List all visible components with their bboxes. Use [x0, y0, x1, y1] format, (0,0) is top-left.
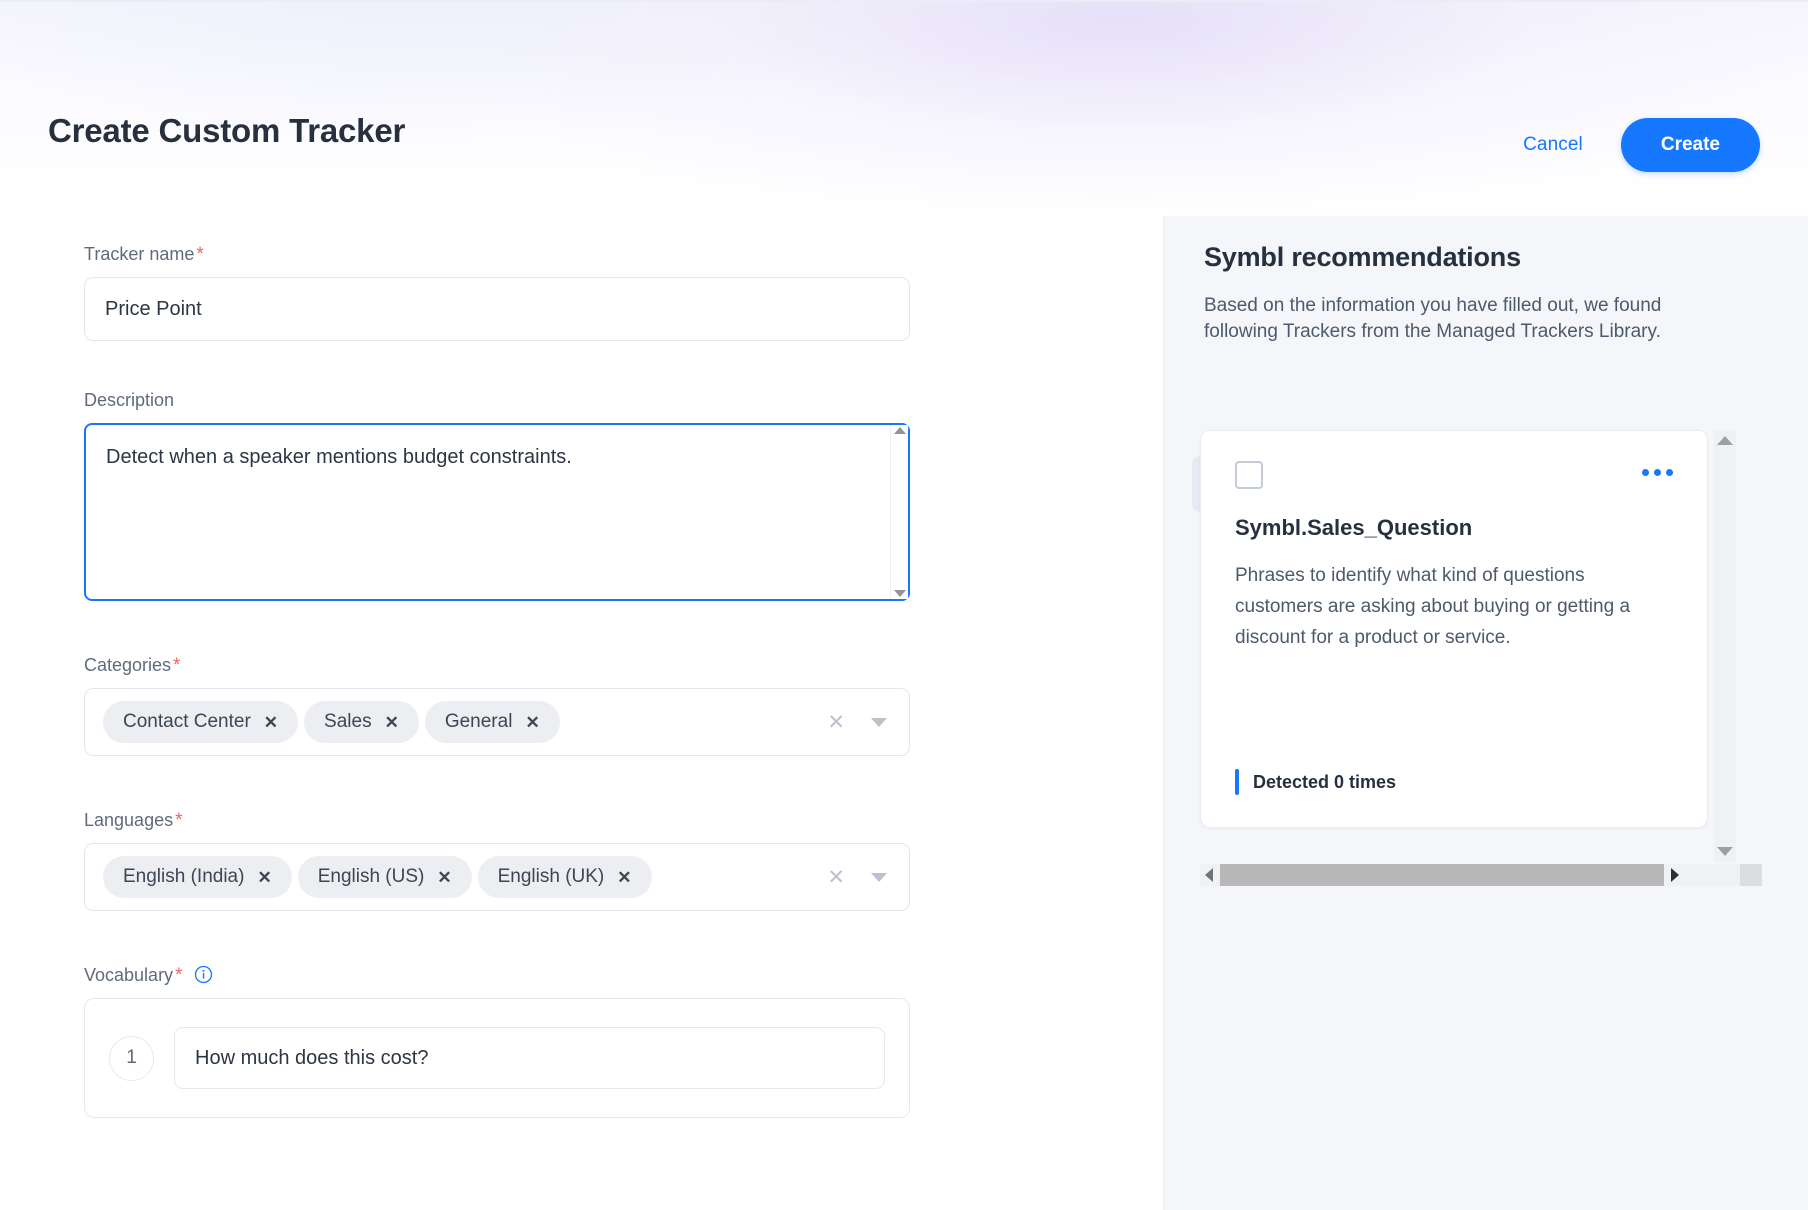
- clear-all-icon[interactable]: ✕: [827, 867, 845, 888]
- chip-label: General: [444, 711, 513, 732]
- chip-label: Contact Center: [123, 711, 251, 732]
- categories-label: Categories *: [84, 654, 1163, 676]
- recommendations-subtitle: Based on the information you have filled…: [1204, 295, 1662, 343]
- description-textarea[interactable]: [84, 423, 910, 601]
- recommendation-checkbox[interactable]: [1235, 461, 1263, 489]
- chip-remove-icon[interactable]: ✕: [437, 869, 451, 886]
- chip-remove-icon[interactable]: ✕: [264, 714, 278, 731]
- page-title: Create Custom Tracker: [48, 112, 406, 149]
- dot: [1666, 469, 1673, 476]
- languages-field: Languages * English (India) ✕ English (U…: [84, 810, 1163, 911]
- categories-label-text: Categories: [84, 654, 172, 675]
- required-asterisk: *: [175, 810, 183, 831]
- recommendation-description: Phrases to identify what kind of questio…: [1235, 565, 1631, 648]
- scroll-up-arrow-icon[interactable]: [1717, 436, 1733, 445]
- chip[interactable]: General ✕: [424, 701, 560, 743]
- more-horizontal-icon[interactable]: [1642, 461, 1673, 476]
- create-button[interactable]: Create: [1620, 118, 1760, 172]
- vocabulary-item-number: 1: [109, 1035, 154, 1081]
- scroll-down-arrow-icon[interactable]: [893, 590, 906, 597]
- chip-remove-icon[interactable]: ✕: [617, 869, 631, 886]
- tracker-name-field: Tracker name *: [84, 244, 1163, 341]
- chip-label: English (India): [123, 866, 245, 887]
- tracker-name-label-text: Tracker name: [84, 243, 195, 264]
- vocabulary-field: Vocabulary * 1: [84, 965, 1163, 1118]
- chip[interactable]: Sales ✕: [304, 701, 419, 743]
- chip-label: English (UK): [497, 866, 605, 887]
- categories-field: Categories * Contact Center ✕ Sales ✕ Ge…: [84, 655, 1163, 756]
- chip[interactable]: English (US) ✕: [297, 856, 472, 898]
- tracker-form: Tracker name * Description: [0, 216, 1163, 1118]
- scroll-down-arrow-icon[interactable]: [1717, 847, 1733, 856]
- vocabulary-list: 1: [84, 998, 910, 1118]
- chip-label: English (US): [317, 866, 425, 887]
- recommendations-horizontal-scrollbar[interactable]: [1200, 864, 1740, 886]
- languages-chip-list: English (India) ✕ English (US) ✕ English…: [103, 856, 817, 898]
- tracker-name-label: Tracker name *: [84, 243, 1163, 265]
- chip-remove-icon[interactable]: ✕: [525, 714, 539, 731]
- page-header: Create Custom Tracker Cancel Create: [0, 0, 1808, 216]
- horizontal-scroll-thumb[interactable]: [1220, 864, 1664, 886]
- chip-label: Sales: [324, 711, 372, 732]
- chevron-down-icon[interactable]: [871, 717, 887, 727]
- dot: [1654, 469, 1661, 476]
- categories-chip-list: Contact Center ✕ Sales ✕ General ✕: [103, 701, 817, 743]
- languages-actions: ✕: [817, 867, 895, 888]
- vocabulary-item-input[interactable]: [174, 1027, 885, 1089]
- recommendation-name: Symbl.Sales_Question: [1235, 515, 1473, 540]
- description-label: Description: [84, 391, 1163, 409]
- tracker-name-input[interactable]: [84, 277, 910, 341]
- recommendations-vertical-scrollbar[interactable]: [1714, 430, 1736, 862]
- accent-bar: [1235, 769, 1239, 795]
- languages-label-text: Languages: [84, 809, 174, 830]
- chip[interactable]: Contact Center ✕: [103, 701, 299, 743]
- categories-multiselect[interactable]: Contact Center ✕ Sales ✕ General ✕ ✕: [84, 688, 910, 756]
- recommendation-card[interactable]: Symbl.Sales_Question Phrases to identify…: [1200, 430, 1708, 828]
- recommendation-detected: Detected 0 times: [1235, 769, 1396, 795]
- description-label-text: Description: [84, 390, 175, 410]
- page-body: Tracker name * Description: [0, 216, 1808, 1210]
- vocabulary-item: 1: [109, 1027, 885, 1089]
- languages-label: Languages *: [84, 809, 1163, 831]
- dot: [1642, 469, 1649, 476]
- header-actions: Cancel Create: [1523, 118, 1760, 172]
- recommendations-header: Symbl recommendations Based on the infor…: [1164, 216, 1808, 345]
- scroll-right-arrow-icon[interactable]: [1671, 868, 1679, 882]
- scroll-left-arrow-icon[interactable]: [1205, 868, 1213, 882]
- chip[interactable]: English (India) ✕: [103, 856, 292, 898]
- create-custom-tracker-page: Create Custom Tracker Cancel Create Trac…: [0, 0, 1808, 1210]
- chevron-down-icon[interactable]: [871, 872, 887, 882]
- scrollbar-corner: [1740, 864, 1762, 886]
- chip[interactable]: English (UK) ✕: [477, 856, 652, 898]
- description-textarea-wrap: [84, 423, 910, 601]
- info-circle-icon[interactable]: [194, 965, 213, 984]
- required-asterisk: *: [196, 244, 204, 265]
- cancel-button[interactable]: Cancel: [1523, 134, 1583, 156]
- form-pane: Tracker name * Description: [0, 216, 1163, 1210]
- recommendations-carousel: Symbl.Sales_Question Phrases to identify…: [1192, 430, 1740, 862]
- recommendations-pane: Symbl recommendations Based on the infor…: [1163, 216, 1808, 1210]
- chip-remove-icon[interactable]: ✕: [385, 714, 399, 731]
- recommendations-title: Symbl recommendations: [1204, 242, 1521, 272]
- required-asterisk: *: [175, 965, 183, 986]
- recommendation-card-header: [1235, 461, 1673, 489]
- required-asterisk: *: [173, 655, 181, 676]
- categories-actions: ✕: [817, 712, 895, 733]
- clear-all-icon[interactable]: ✕: [827, 712, 845, 733]
- vocabulary-label: Vocabulary *: [84, 964, 1163, 986]
- vocabulary-label-text: Vocabulary: [84, 964, 174, 985]
- description-field: Description: [84, 391, 1163, 601]
- detected-count-text: Detected 0 times: [1253, 771, 1397, 792]
- description-scrollbar[interactable]: [890, 425, 908, 599]
- chip-remove-icon[interactable]: ✕: [257, 869, 271, 886]
- languages-multiselect[interactable]: English (India) ✕ English (US) ✕ English…: [84, 843, 910, 911]
- scroll-up-arrow-icon[interactable]: [893, 427, 906, 434]
